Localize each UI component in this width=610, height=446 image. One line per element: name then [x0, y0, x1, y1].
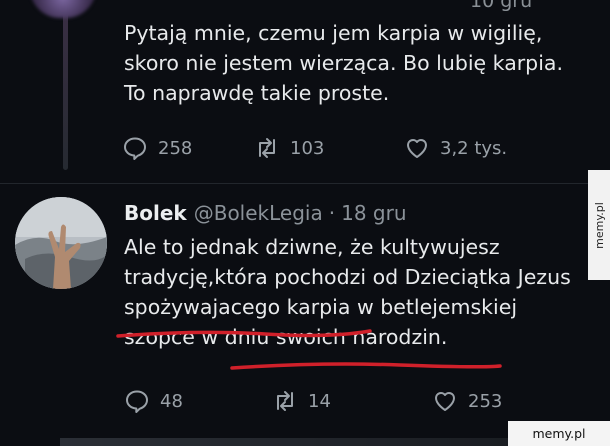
- avatar[interactable]: [15, 197, 107, 289]
- retweet-count: 103: [290, 137, 325, 159]
- like-count: 3,2 tys.: [440, 137, 508, 159]
- heart-icon: [435, 392, 455, 411]
- reply-count: 258: [158, 137, 193, 159]
- thread-line: [63, 0, 68, 170]
- author-name[interactable]: Bolek: [124, 201, 187, 225]
- reply-tweet-text: Ale to jednak dziwne, że kultywujesz tra…: [124, 235, 571, 349]
- reply-count: 48: [160, 390, 183, 412]
- author-handle[interactable]: @BolekLegia: [194, 201, 323, 225]
- bottom-watermark: memy.pl: [508, 421, 610, 446]
- retweet-icon: [277, 391, 293, 411]
- bottom-strip: [60, 438, 508, 446]
- top-tweet-time[interactable]: 10 gru: [470, 0, 532, 12]
- tweet-date[interactable]: 18 gru: [341, 201, 406, 225]
- reply-icon: [126, 390, 148, 413]
- like-button[interactable]: 253: [432, 388, 502, 414]
- retweet-button[interactable]: 14: [272, 388, 432, 414]
- separator-dot: ·: [328, 201, 336, 225]
- side-watermark: memy.pl: [588, 170, 610, 280]
- reply-icon: [124, 137, 146, 160]
- reply-button[interactable]: 258: [122, 135, 254, 161]
- heart-icon: [407, 139, 427, 158]
- blurred-avatar[interactable]: [30, 0, 96, 18]
- avatar-hand-image: [15, 197, 107, 289]
- retweet-icon: [259, 138, 275, 158]
- reply-button[interactable]: 48: [124, 388, 272, 414]
- like-button[interactable]: 3,2 tys.: [404, 135, 507, 161]
- like-count: 253: [468, 390, 503, 412]
- top-tweet-actions: 258 103 3,2 tys.: [122, 135, 507, 161]
- tweet-divider: [0, 183, 610, 184]
- side-watermark-text: memy.pl: [592, 201, 606, 249]
- tweet-header: Bolek @BolekLegia · 18 gru: [124, 201, 407, 225]
- top-tweet-text: Pytają mnie, czemu jem karpia w wigilię,…: [124, 21, 563, 105]
- retweet-button[interactable]: 103: [254, 135, 404, 161]
- retweet-count: 14: [308, 390, 331, 412]
- reply-tweet-actions: 48 14 253: [124, 388, 502, 414]
